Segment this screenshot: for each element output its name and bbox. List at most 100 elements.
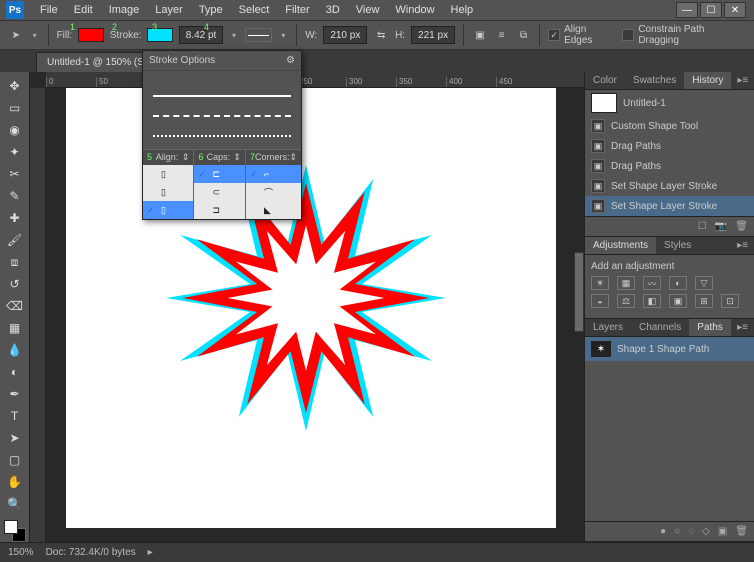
menu-select[interactable]: Select	[231, 1, 278, 19]
adj-mixer-icon[interactable]: ⊞	[695, 294, 713, 308]
stroke-style-dotted[interactable]	[153, 123, 291, 137]
eraser-tool[interactable]: ⌫	[4, 296, 26, 316]
menu-filter[interactable]: Filter	[277, 1, 317, 19]
stroke-style-preview[interactable]	[245, 28, 273, 42]
eyedropper-tool[interactable]: ✎	[4, 186, 26, 206]
menu-help[interactable]: Help	[443, 1, 482, 19]
color-swatches[interactable]	[4, 520, 26, 542]
zoom-tool[interactable]: 🔍	[4, 494, 26, 514]
new-path-icon[interactable]: ▣	[718, 526, 727, 537]
history-item[interactable]: ▣Drag Paths	[585, 156, 754, 176]
adj-lookup-icon[interactable]: ⊡	[721, 294, 739, 308]
lasso-tool[interactable]: ◉	[4, 120, 26, 140]
tool-preset-dropdown[interactable]: ▾	[30, 28, 40, 42]
tool-preset-icon[interactable]: ➤	[8, 27, 24, 43]
info-dropdown-icon[interactable]: ▸	[148, 547, 153, 558]
menu-edit[interactable]: Edit	[66, 1, 101, 19]
menu-file[interactable]: File	[32, 1, 66, 19]
dodge-tool[interactable]: ◐	[4, 362, 26, 382]
menu-window[interactable]: Window	[387, 1, 442, 19]
wand-tool[interactable]: ✦	[4, 142, 26, 162]
selection-icon[interactable]: ◌	[688, 526, 694, 537]
healing-tool[interactable]: ✚	[4, 208, 26, 228]
adj-hue-icon[interactable]: ◒	[591, 294, 609, 308]
adj-curves-icon[interactable]: 〰	[643, 276, 661, 290]
trash-icon[interactable]: 🗑	[735, 221, 748, 232]
menu-type[interactable]: Type	[191, 1, 231, 19]
adj-levels-icon[interactable]: ▦	[617, 276, 635, 290]
stroke-style-solid[interactable]	[153, 83, 291, 97]
pen-tool[interactable]: ✒	[4, 384, 26, 404]
stroke-width-input[interactable]	[179, 26, 223, 44]
corner-round[interactable]: ⌒	[246, 183, 301, 201]
gradient-tool[interactable]: ▦	[4, 318, 26, 338]
fill-path-icon[interactable]: ●	[660, 526, 666, 537]
adj-vibrance-icon[interactable]: ▽	[695, 276, 713, 290]
stroke-style-dropdown[interactable]: ▾	[278, 28, 288, 42]
path-arrange-icon[interactable]: ⧉	[516, 27, 532, 43]
menu-image[interactable]: Image	[101, 1, 148, 19]
history-snapshot[interactable]: Untitled-1	[585, 90, 754, 116]
align-inside[interactable]: ▯	[143, 165, 193, 183]
tab-channels[interactable]: Channels	[631, 319, 689, 336]
snapshot-icon[interactable]: ☐	[698, 221, 707, 232]
marquee-tool[interactable]: ▭	[4, 98, 26, 118]
adj-exposure-icon[interactable]: ◐	[669, 276, 687, 290]
tab-paths[interactable]: Paths	[689, 319, 731, 336]
tab-adjustments[interactable]: Adjustments	[585, 237, 656, 254]
cap-square[interactable]: ⊐	[194, 201, 244, 219]
adj-brightness-icon[interactable]: ☀	[591, 276, 609, 290]
path-ops-icon[interactable]: ▣	[472, 27, 488, 43]
menu-view[interactable]: View	[348, 1, 388, 19]
trash-icon[interactable]: 🗑	[735, 526, 748, 537]
align-edges-checkbox[interactable]: ✓Align Edges	[548, 24, 616, 46]
history-item[interactable]: ▣Set Shape Layer Stroke	[585, 196, 754, 216]
history-item[interactable]: ▣Set Shape Layer Stroke	[585, 176, 754, 196]
scrollbar-vertical[interactable]	[574, 252, 584, 332]
minimize-button[interactable]: —	[676, 2, 698, 18]
stroke-path-icon[interactable]: ○	[674, 526, 680, 537]
shape-tool[interactable]: ▢	[4, 450, 26, 470]
move-tool[interactable]: ✥	[4, 76, 26, 96]
type-tool[interactable]: T	[4, 406, 26, 426]
panel-menu-icon[interactable]: ▸≡	[731, 319, 754, 336]
history-item[interactable]: ▣Custom Shape Tool	[585, 116, 754, 136]
document-canvas[interactable]	[66, 88, 556, 528]
blur-tool[interactable]: 💧	[4, 340, 26, 360]
history-brush-tool[interactable]: ↺	[4, 274, 26, 294]
stroke-style-dashed[interactable]	[153, 103, 291, 117]
height-input[interactable]	[411, 26, 455, 44]
crop-tool[interactable]: ✂	[4, 164, 26, 184]
history-item[interactable]: ▣Drag Paths	[585, 136, 754, 156]
brush-tool[interactable]: 🖌	[4, 230, 26, 250]
zoom-value[interactable]: 150%	[8, 547, 34, 558]
tab-layers[interactable]: Layers	[585, 319, 631, 336]
hand-tool[interactable]: ✋	[4, 472, 26, 492]
path-select-tool[interactable]: ➤	[4, 428, 26, 448]
width-input[interactable]	[323, 26, 367, 44]
adj-photo-icon[interactable]: ▣	[669, 294, 687, 308]
menu-layer[interactable]: Layer	[147, 1, 191, 19]
adj-balance-icon[interactable]: ⚖	[617, 294, 635, 308]
cap-round[interactable]: ⊂	[194, 183, 244, 201]
close-button[interactable]: ✕	[724, 2, 746, 18]
corner-bevel[interactable]: ◣	[246, 201, 301, 219]
fill-swatch[interactable]	[78, 28, 104, 42]
align-outside[interactable]: ✓▯	[143, 201, 193, 219]
constrain-checkbox[interactable]: Constrain Path Dragging	[622, 24, 745, 46]
maximize-button[interactable]: ☐	[700, 2, 722, 18]
cap-butt[interactable]: ✓⊏	[194, 165, 244, 183]
path-align-icon[interactable]: ≡	[494, 27, 510, 43]
panel-menu-icon[interactable]: ▸≡	[731, 237, 754, 254]
adj-bw-icon[interactable]: ◧	[643, 294, 661, 308]
camera-icon[interactable]: 📷	[715, 221, 727, 232]
gear-icon[interactable]: ⚙	[286, 55, 295, 66]
menu-3d[interactable]: 3D	[318, 1, 348, 19]
panel-menu-icon[interactable]: ▸≡	[731, 72, 754, 89]
tab-history[interactable]: History	[684, 72, 731, 89]
tab-swatches[interactable]: Swatches	[625, 72, 684, 89]
stroke-width-dropdown[interactable]: ▾	[229, 28, 239, 42]
corner-miter[interactable]: ✓⌐	[246, 165, 301, 183]
align-center[interactable]: ▯	[143, 183, 193, 201]
path-item[interactable]: ✶ Shape 1 Shape Path	[585, 337, 754, 361]
